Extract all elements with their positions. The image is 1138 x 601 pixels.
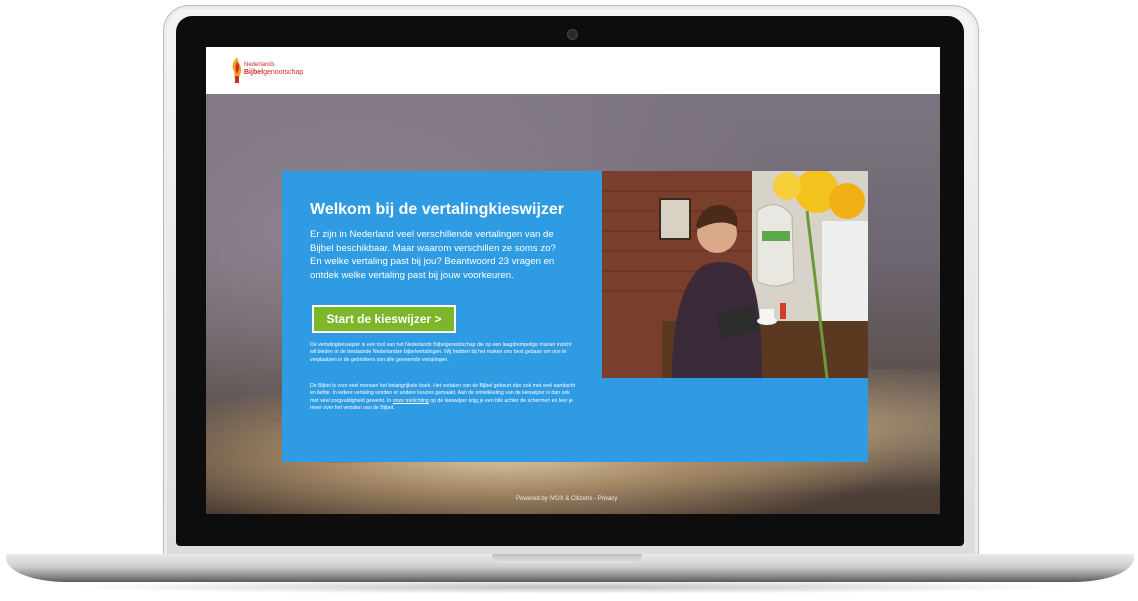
start-kieswijzer-button[interactable]: Start de kieswijzer > — [312, 305, 456, 333]
logo-text-bold: Bijbel — [244, 69, 264, 76]
welcome-card: Welkom bij de vertalingkieswijzer Er zij… — [282, 171, 868, 462]
about-paragraph-1: De vertalingkieswijzer is een tool van h… — [310, 342, 572, 363]
logo-text-bottom: Bijbelgenootschap — [244, 69, 303, 76]
intro-text: Er zijn in Nederland veel verschillende … — [310, 229, 556, 281]
page-title: Welkom bij de vertalingkieswijzer — [310, 201, 565, 218]
laptop-base-notch — [492, 554, 642, 563]
site-header: Nederlands Bijbelgenootschap — [206, 47, 940, 94]
laptop-shadow — [60, 580, 1080, 594]
logo-text-rest: genootschap — [263, 69, 304, 76]
site-logo[interactable]: Nederlands Bijbelgenootschap — [230, 56, 350, 86]
toelichting-link[interactable]: onze toelichting — [393, 398, 429, 404]
man-with-tablet-photo — [602, 171, 868, 378]
camera-icon — [567, 29, 578, 40]
laptop-screen: Nederlands Bijbelgenootschap Welkom bij … — [206, 47, 940, 514]
logo-text-top: Nederlands — [244, 62, 275, 68]
flame-logo-icon — [232, 57, 242, 83]
hero-background: Welkom bij de vertalingkieswijzer Er zij… — [206, 94, 940, 514]
about-paragraph-2: De Bijbel is voor veel mensen het belang… — [310, 383, 578, 413]
photo-illustration — [602, 171, 868, 378]
footer-links[interactable]: Powered by IVOX & Citizens - Privacy — [516, 496, 617, 502]
